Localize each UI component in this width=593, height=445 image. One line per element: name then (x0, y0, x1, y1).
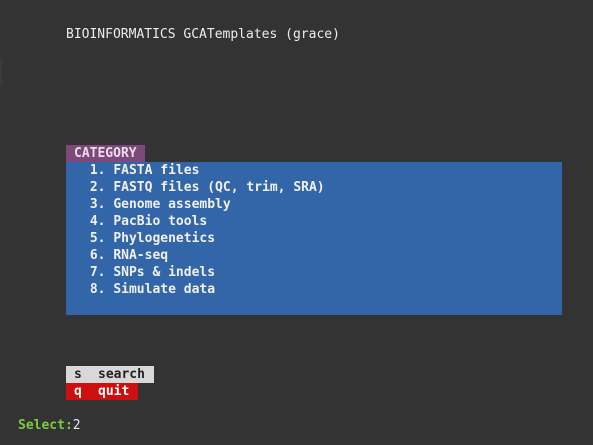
category-menu: 1. FASTA files 2. FASTQ files (QC, trim,… (66, 162, 562, 315)
select-prompt[interactable]: Select:2 (18, 417, 81, 434)
menu-item-number: 2. (89, 180, 106, 195)
quit-key-letter: q (74, 384, 82, 399)
menu-item-rna-seq[interactable]: 6. RNA-seq (82, 247, 325, 264)
menu-item-pacbio[interactable]: 4. PacBio tools (82, 213, 325, 230)
menu-item-phylogenetics[interactable]: 5. Phylogenetics (82, 230, 325, 247)
prompt-input-value[interactable]: 2 (73, 418, 81, 433)
menu-item-number: 8. (89, 282, 106, 297)
menu-item-number: 6. (89, 248, 106, 263)
menu-item-snps-indels[interactable]: 7. SNPs & indels (82, 264, 325, 281)
window-edge-marker (0, 58, 2, 86)
menu-item-label: FASTQ files (QC, trim, SRA) (113, 180, 325, 195)
menu-item-label: Simulate data (113, 282, 216, 297)
category-list: 1. FASTA files 2. FASTQ files (QC, trim,… (82, 162, 325, 298)
menu-item-label: RNA-seq (113, 248, 169, 263)
menu-item-label: PacBio tools (113, 214, 208, 229)
menu-item-number: 3. (89, 197, 106, 212)
app-title: BIOINFORMATICS GCATemplates (grace) (66, 27, 340, 42)
category-header: CATEGORY (66, 145, 145, 162)
menu-item-number: 1. (89, 163, 106, 178)
quit-key-button[interactable]: q quit (66, 383, 138, 400)
search-key-letter: s (74, 367, 82, 382)
menu-item-fastq[interactable]: 2. FASTQ files (QC, trim, SRA) (82, 179, 325, 196)
menu-item-number: 5. (89, 231, 106, 246)
search-key-label: search (98, 367, 145, 382)
menu-item-number: 7. (89, 265, 106, 280)
menu-item-number: 4. (89, 214, 106, 229)
menu-item-simulate-data[interactable]: 8. Simulate data (82, 281, 325, 298)
menu-item-genome-assembly[interactable]: 3. Genome assembly (82, 196, 325, 213)
quit-key-label: quit (98, 384, 130, 399)
menu-item-label: Genome assembly (113, 197, 231, 212)
prompt-label: Select: (18, 418, 73, 433)
menu-item-fasta[interactable]: 1. FASTA files (82, 162, 325, 179)
menu-item-label: SNPs & indels (113, 265, 216, 280)
menu-item-label: Phylogenetics (113, 231, 216, 246)
search-key-button[interactable]: s search (66, 366, 154, 383)
menu-item-label: FASTA files (113, 163, 200, 178)
